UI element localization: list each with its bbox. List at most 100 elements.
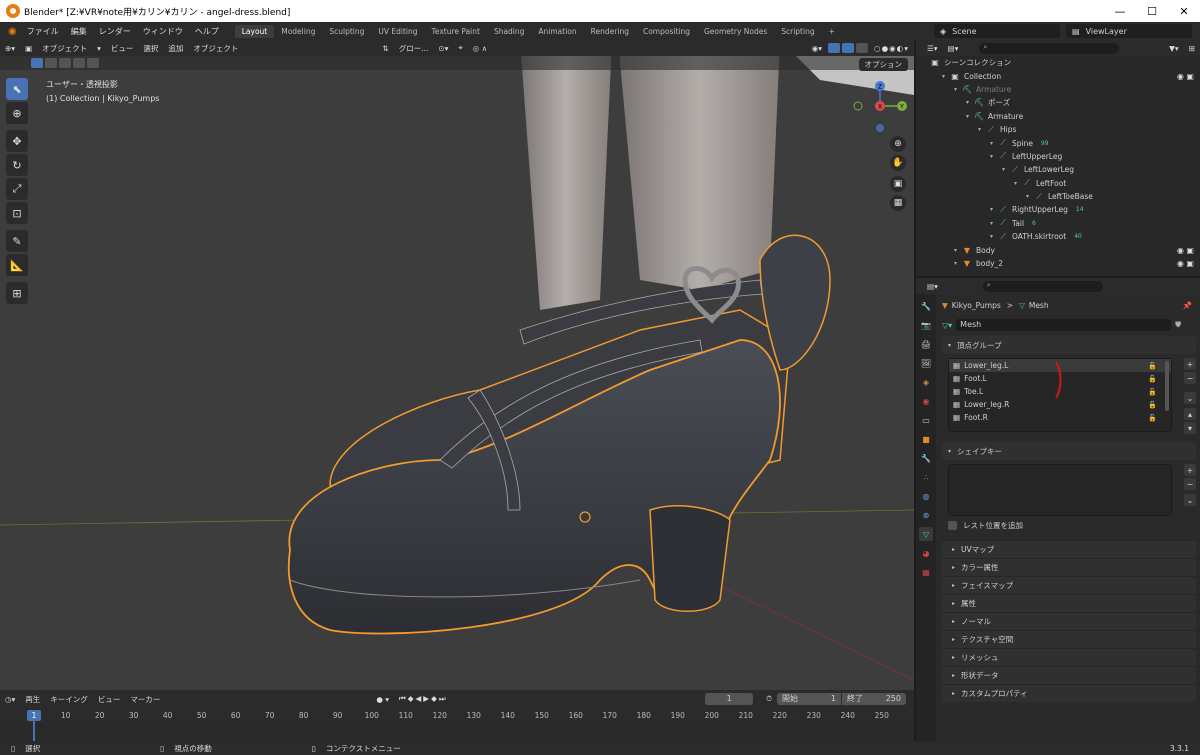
end-frame-field[interactable]: 終了 250 [842,693,906,705]
render-tab-icon[interactable]: 📷 [919,318,933,332]
menu-window[interactable]: ウィンドウ [137,26,189,37]
menu-edit[interactable]: 編集 [65,26,93,37]
tab-geometry-nodes[interactable]: Geometry Nodes [697,25,774,38]
select-mode-icons[interactable] [30,58,100,70]
outliner-row[interactable]: ▾ ▼ Body ◉ ▣ [916,243,1200,256]
view-layer-tab-icon[interactable]: 🖼 [919,356,933,370]
select-box-tool-icon[interactable]: ⬉ [6,78,28,100]
rest-position-checkbox[interactable] [948,520,957,530]
new-collection-icon[interactable]: ⊞ [1184,44,1200,53]
viewport-menu-select[interactable]: 選択 [138,43,163,54]
navigation-gizmo[interactable]: Z Y X [850,80,910,140]
filter-icon[interactable]: ▼▾ [1164,44,1184,53]
expand-toggle-icon[interactable]: ▾ [990,220,998,227]
tab-scripting[interactable]: Scripting [774,25,821,38]
properties-search-input[interactable]: ⌕ [982,280,1103,292]
collapsed-panel-header[interactable]: ▸ カラー属性 [942,558,1196,576]
tab-modeling[interactable]: Modeling [274,25,322,38]
menu-help[interactable]: ヘルプ [189,26,225,37]
outliner-row[interactable]: ▾ ⟋ Hips [916,123,1200,136]
transform-orientation-selector[interactable]: グロー... [394,43,434,54]
properties-editor-icon[interactable]: ▤▾ [922,282,943,291]
xray-toggle-icon[interactable] [856,43,869,53]
camera-view-icon[interactable]: ▣ [890,176,906,192]
lock-icon[interactable]: 🔓 [1148,375,1157,383]
outliner-row[interactable]: ▾ ⟋ OATH.skirtroot 40 [916,230,1200,243]
expand-toggle-icon[interactable]: ▾ [954,260,962,267]
outliner-row[interactable]: ▾ ⛏ ポーズ [916,96,1200,109]
vertex-group-item[interactable]: ▦ Foot.R 🔓 [949,411,1171,424]
rotate-tool-icon[interactable]: ↻ [6,154,28,176]
expand-toggle-icon[interactable]: ▾ [990,140,998,147]
stopwatch-icon[interactable]: ⏱ [761,694,777,704]
record-icon[interactable]: ● ▾ [371,695,394,704]
collapsed-panel-header[interactable]: ▸ UVマップ [942,540,1196,558]
remove-shape-key-button[interactable]: − [1184,478,1196,490]
outliner-row[interactable]: ▾ ⟋ LeftUpperLeg [916,150,1200,163]
collapsed-panel-header[interactable]: ▸ 属性 [942,594,1196,612]
remove-vertex-group-button[interactable]: − [1184,372,1196,384]
shape-keys-list[interactable] [948,464,1172,516]
expand-toggle-icon[interactable]: ▾ [1014,180,1022,187]
close-button[interactable]: ✕ [1168,0,1200,22]
expand-toggle-icon[interactable]: ▾ [966,113,974,120]
outliner-row[interactable]: ▾ ▼ body_2 ◉ ▣ [916,257,1200,270]
viewport-menu-view[interactable]: ビュー [106,43,139,54]
outliner-row[interactable]: ▾ ⟋ Spine 99 [916,136,1200,149]
material-tab-icon[interactable]: ◕ [919,546,933,560]
tab-animation[interactable]: Animation [531,25,583,38]
visibility-toggles[interactable]: ◉ ▣ [1177,72,1194,81]
constraints-tab-icon[interactable]: ⊗ [919,508,933,522]
timeline-menu-playback[interactable]: 再生 [20,694,45,705]
outliner-row[interactable]: ▾ ⟋ LeftLowerLeg [916,163,1200,176]
add-vertex-group-button[interactable]: + [1184,358,1196,370]
expand-toggle-icon[interactable]: ▾ [1002,166,1010,173]
editor-type-icon[interactable]: ⊕▾ [0,44,20,53]
tab-uv-editing[interactable]: UV Editing [371,25,424,38]
tab-sculpting[interactable]: Sculpting [322,25,371,38]
expand-toggle-icon[interactable]: ▾ [990,233,998,240]
timeline-menu-keying[interactable]: キーイング [45,694,93,705]
mode-selector[interactable]: オブジェクト [37,43,92,54]
vertex-group-specials-icon[interactable]: ⌄ [1184,392,1196,404]
visibility-toggles[interactable]: ◉ ▣ [1177,246,1194,255]
measure-tool-icon[interactable]: 📐 [6,254,28,276]
outliner-row[interactable]: ▾ ▣ Collection ◉ ▣ [916,69,1200,82]
expand-toggle-icon[interactable]: ▾ [990,153,998,160]
tab-rendering[interactable]: Rendering [584,25,636,38]
visibility-toggles[interactable]: ◉ ▣ [1177,259,1194,268]
shape-key-specials-icon[interactable]: ⌄ [1184,494,1196,506]
outliner-scene-collection[interactable]: ▣ シーンコレクション [916,56,1200,69]
tab-shading[interactable]: Shading [487,25,531,38]
move-down-icon[interactable]: ▾ [1184,422,1196,434]
collapsed-panel-header[interactable]: ▸ フェイスマップ [942,576,1196,594]
shape-keys-panel-header[interactable]: ▾ シェイプキー [942,442,1196,460]
pan-hand-icon[interactable]: ✋ [890,155,906,171]
expand-toggle-icon[interactable]: ▾ [1026,193,1034,200]
outliner-row[interactable]: ▾ ⟋ Tail 6 [916,217,1200,230]
overlay-toggle-icon[interactable] [842,43,855,53]
timeline-menu-view[interactable]: ビュー [93,694,126,705]
viewport-menu-add[interactable]: 追加 [163,43,188,54]
options-dropdown[interactable]: オプション [858,58,908,71]
viewport-scene[interactable] [0,40,914,690]
expand-toggle-icon[interactable]: ▾ [954,86,962,93]
collapsed-panel-header[interactable]: ▸ テクスチャ空間 [942,630,1196,648]
timeline-area[interactable]: 1102030405060708090100110120130140150160… [0,708,914,741]
modifier-tab-icon[interactable]: 🔧 [919,451,933,465]
particles-tab-icon[interactable]: ∴ [919,470,933,484]
tool-tab-icon[interactable]: 🔧 [919,299,933,313]
outliner-editor-icon[interactable]: ☰▾ [922,44,943,53]
outliner-row[interactable]: ▾ ⟋ LeftToeBase [916,190,1200,203]
expand-toggle-icon[interactable]: ▾ [954,247,962,254]
collapsed-panel-header[interactable]: ▸ カスタムプロパティ [942,684,1196,702]
scene-tab-icon[interactable]: ◈ [919,375,933,389]
timeline-editor-icon[interactable]: ◷▾ [0,695,20,704]
viewport-menu-object[interactable]: オブジェクト [188,43,243,54]
ortho-grid-icon[interactable]: ▦ [890,195,906,211]
expand-toggle-icon[interactable]: ▾ [978,126,986,133]
collection-tab-icon[interactable]: ▭ [919,413,933,427]
timeline-menu-marker[interactable]: マーカー [125,694,165,705]
mesh-browse-icon[interactable]: ▽▾ [942,321,952,330]
outliner-row[interactable]: ▾ ⛏ Armature [916,83,1200,96]
